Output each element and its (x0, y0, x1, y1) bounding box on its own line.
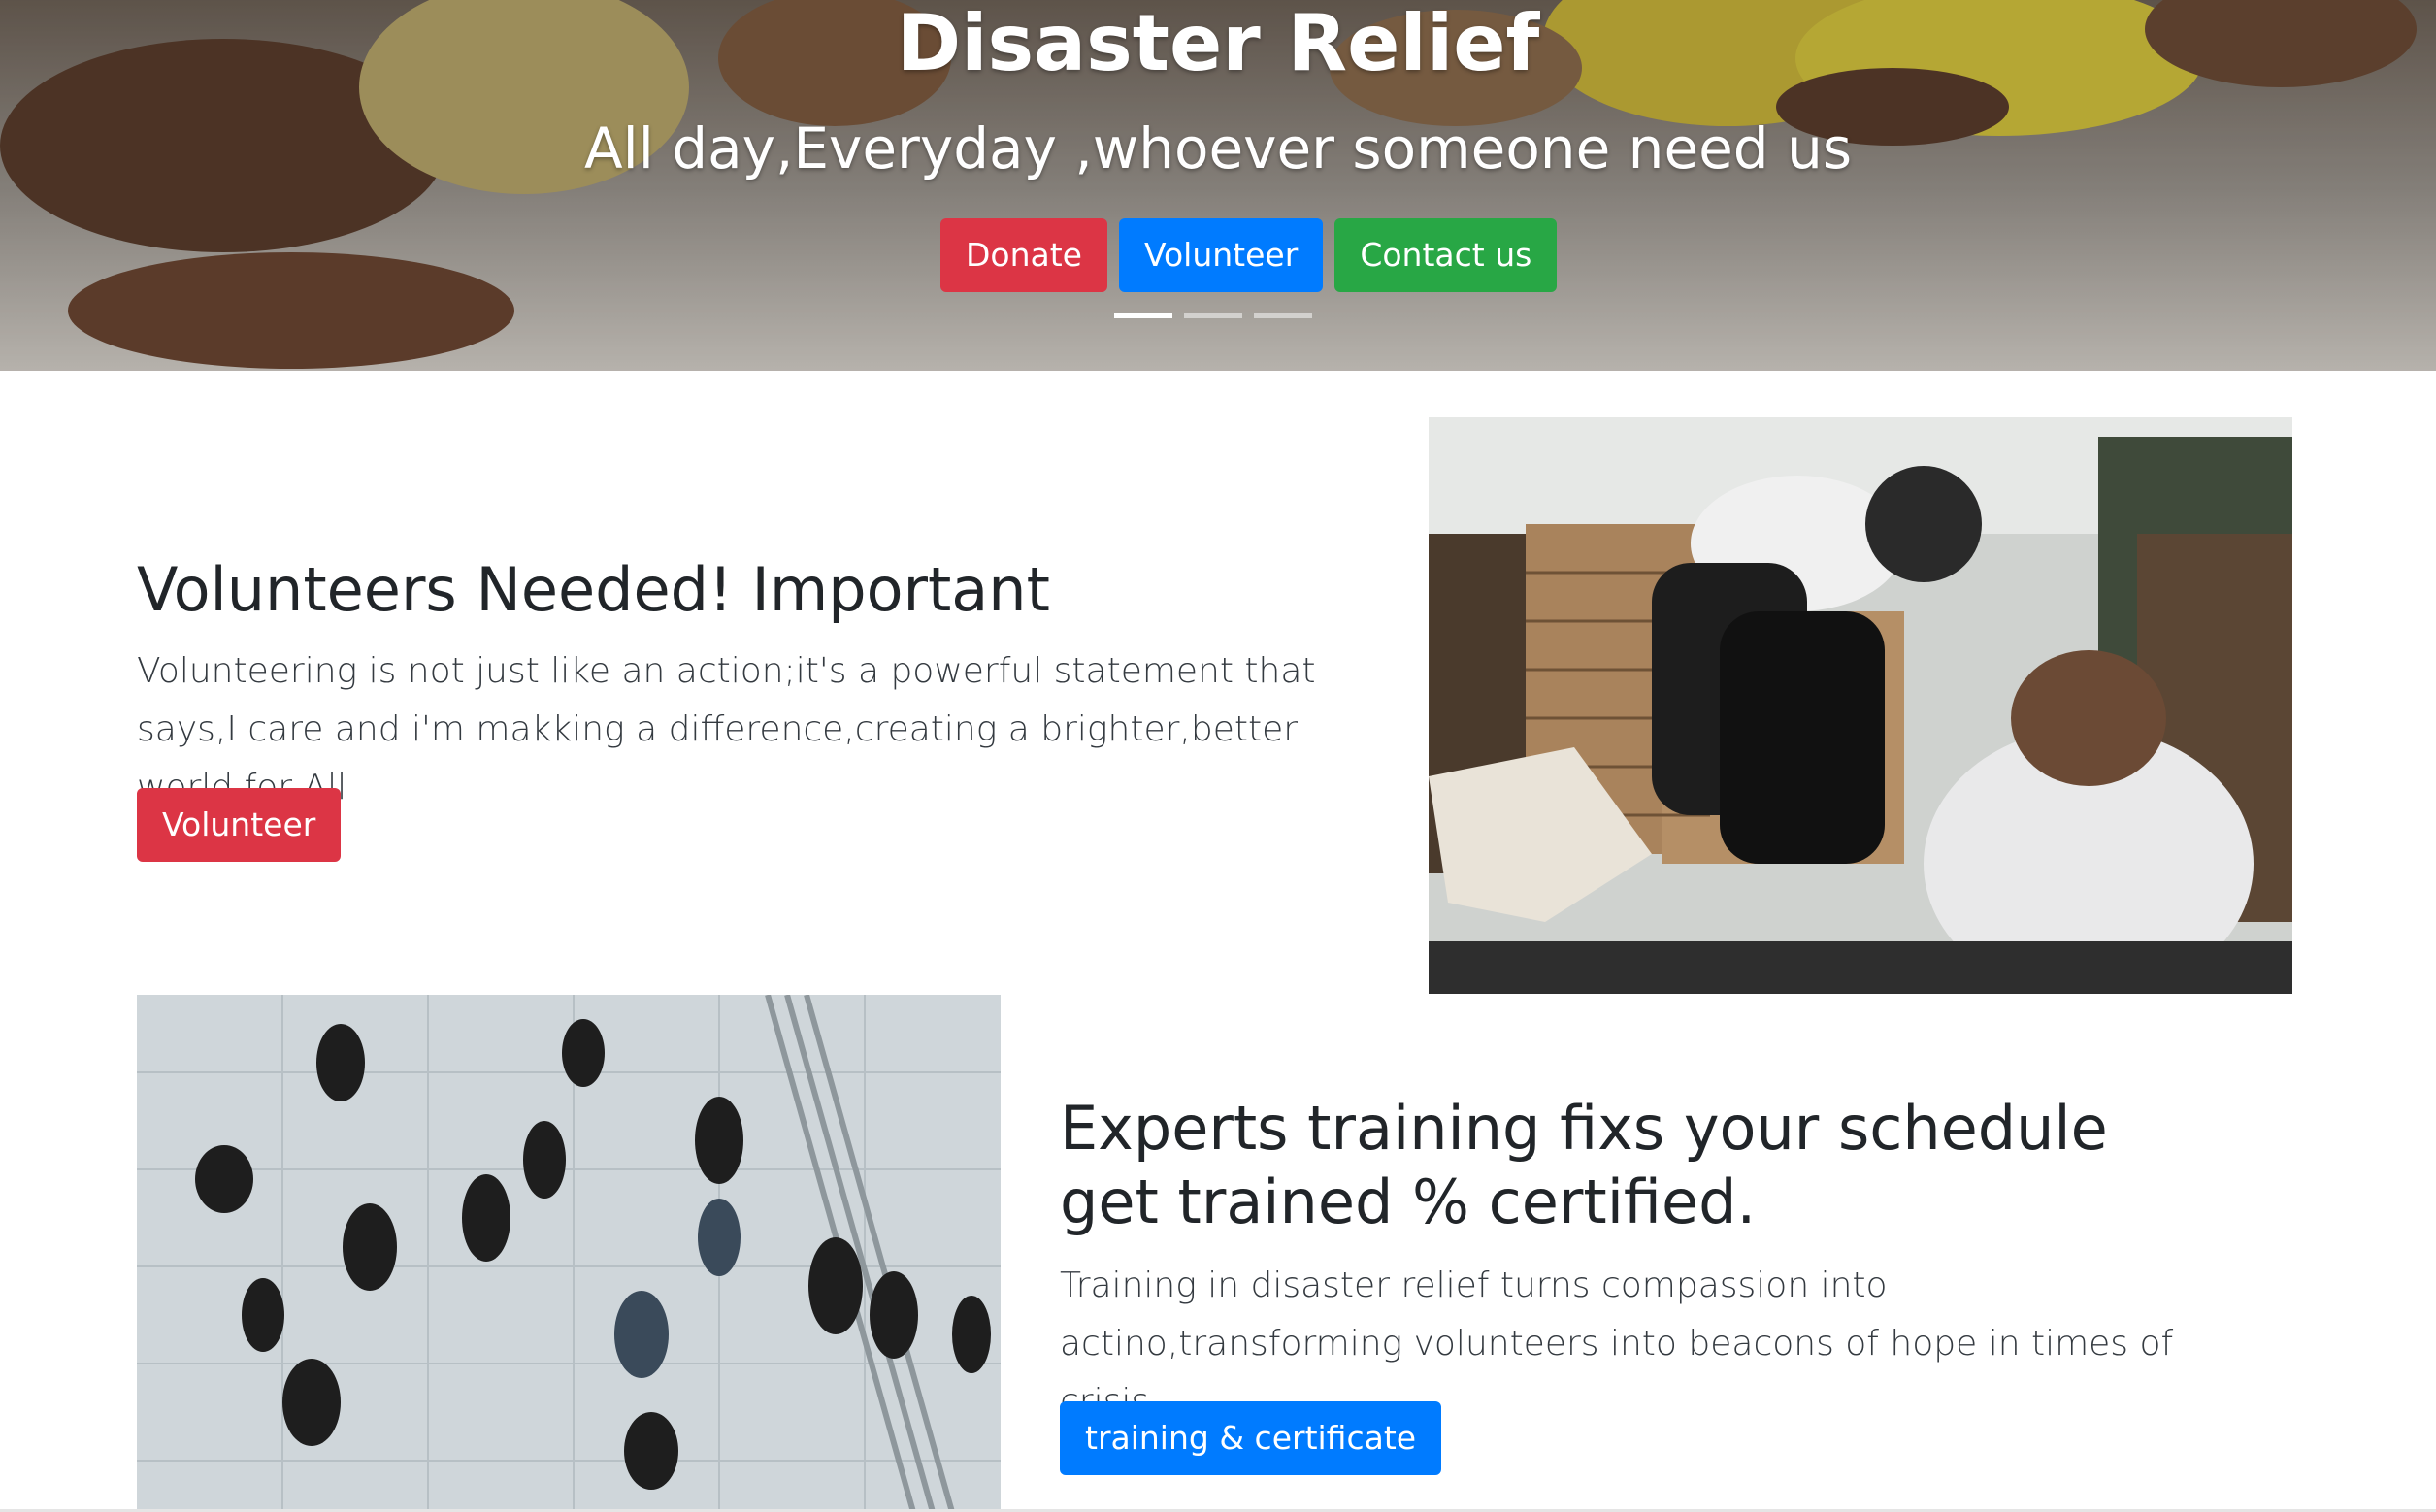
hero-title: Disaster Relief (896, 0, 1540, 88)
volunteers-needed-heading: Volunteers Needed! Important (137, 554, 1050, 625)
hero-subtitle: All day,Everyday ,whoever someone need u… (583, 115, 1853, 181)
contact-us-button[interactable]: Contact us (1334, 218, 1558, 292)
carousel-indicator-3[interactable] (1254, 313, 1312, 318)
carousel-indicators (1114, 313, 1312, 318)
training-button-wrap: training & certificate (1060, 1401, 1442, 1475)
crowd-walking-image (137, 995, 1001, 1512)
volunteers-photo (1429, 417, 2292, 994)
volunteer-section-button[interactable]: Volunteer (137, 788, 342, 862)
donate-button[interactable]: Donate (940, 218, 1107, 292)
training-heading: Experts training fixs your schedule get … (1060, 1093, 2108, 1237)
page: Disaster Relief All day,Everyday ,whoeve… (0, 0, 2436, 1512)
volunteers-button-wrap: Volunteer (137, 788, 342, 862)
hero-carousel: Disaster Relief All day,Everyday ,whoeve… (0, 0, 2436, 371)
training-certificate-button[interactable]: training & certificate (1060, 1401, 1442, 1475)
volunteer-button[interactable]: Volunteer (1118, 218, 1324, 292)
carousel-indicator-2[interactable] (1184, 313, 1242, 318)
volunteers-unloading-boxes-image (1429, 417, 2292, 994)
carousel-indicator-1[interactable] (1114, 313, 1172, 318)
hero-button-group: Donate Volunteer Contact us (940, 218, 1558, 292)
crowd-photo (137, 995, 1001, 1512)
